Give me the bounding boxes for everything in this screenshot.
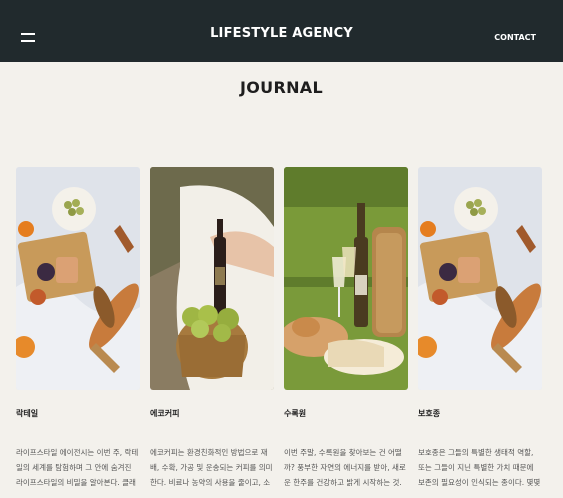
journal-card-1[interactable]: 락테일 라이프스타일 에이전시는 이번 주, 락테일의 세계를 탐험하며 그 안… xyxy=(16,167,141,498)
journal-card-4-title[interactable]: 보호종 xyxy=(418,408,440,419)
journal-card-1-excerpt: 라이프스타일 에이전시는 이번 주, 락테일의 세계를 탐험하며 그 안에 숨겨… xyxy=(16,448,139,487)
journal-title: JOURNAL xyxy=(240,78,323,97)
hamburger-icon[interactable] xyxy=(21,33,35,43)
journal-card-2-excerpt: 에코커피는 환경친화적인 방법으로 재배, 수확, 가공 및 운송되는 커피를 … xyxy=(150,448,273,487)
contact-link[interactable]: CONTACT xyxy=(494,33,536,42)
journal-card-3-image[interactable] xyxy=(284,167,408,390)
brand-logo[interactable]: LIFESTYLE AGENCY xyxy=(210,26,353,41)
journal-card-3-excerpt: 이번 주말, 수록원을 찾아보는 건 어떨까? 풍부한 자연의 에너지를 받아,… xyxy=(284,448,406,487)
journal-card-3-title[interactable]: 수록원 xyxy=(284,408,306,419)
journal-card-4-excerpt: 보호종은 그들의 특별한 생태적 역할, 또는 그들이 지닌 특별한 가치 때문… xyxy=(418,448,541,487)
brand-logo-wrapper: LIFESTYLE AGENCY xyxy=(0,26,563,41)
journal-card-2[interactable]: 에코커피 에코커피는 환경친화적인 방법으로 재배, 수확, 가공 및 운송되는… xyxy=(150,167,275,498)
journal-card-3[interactable]: 수록원 이번 주말, 수록원을 찾아보는 건 어떨까? 풍부한 자연의 에너지를… xyxy=(284,167,409,498)
journal-card-1-title[interactable]: 락테일 xyxy=(16,408,38,419)
journal-card-4-image[interactable] xyxy=(418,167,542,390)
journal-card-2-image[interactable] xyxy=(150,167,274,390)
journal-card-4[interactable]: 보호종 보호종은 그들의 특별한 생태적 역할, 또는 그들이 지닌 특별한 가… xyxy=(418,167,543,498)
top-navigation-bar: LIFESTYLE AGENCY CONTACT xyxy=(0,0,563,62)
journal-card-1-image[interactable] xyxy=(16,167,140,390)
journal-card-2-title[interactable]: 에코커피 xyxy=(150,408,179,419)
